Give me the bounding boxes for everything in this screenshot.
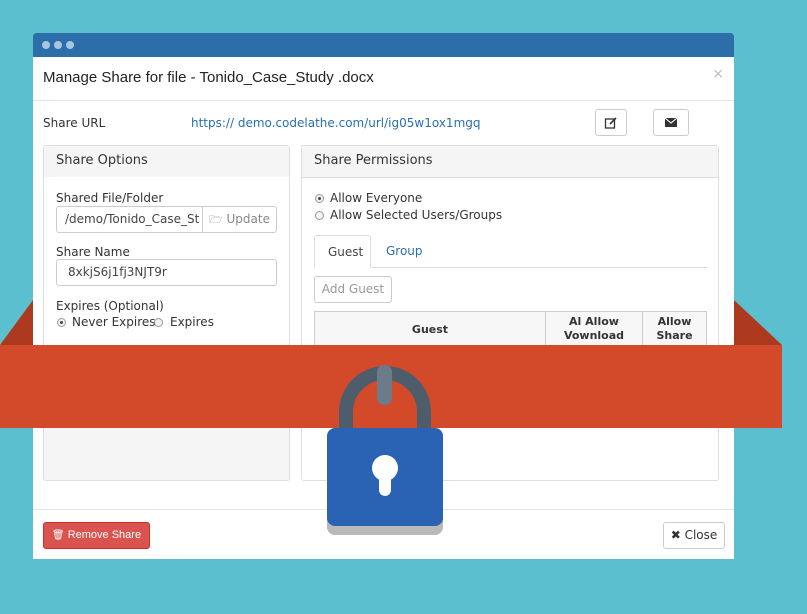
allow-everyone-label: Allow Everyone [330, 191, 423, 205]
add-guest-button[interactable]: Add Guest [314, 276, 392, 303]
never-expires-label: Never Expires [72, 315, 156, 329]
lock-icon [327, 365, 443, 535]
never-expires-radio[interactable] [57, 318, 66, 327]
close-x-icon: ✖ [670, 528, 681, 542]
share-url-label: Share URL [43, 116, 106, 130]
share-permissions-header: Share Permissions [302, 146, 718, 178]
shared-file-input[interactable]: /demo/Tonido_Case_St [56, 206, 203, 233]
ribbon-fold-right [734, 300, 782, 345]
expires-label: Expires (Optional) [56, 299, 164, 313]
remove-share-button[interactable]: 🗑 Remove Share [43, 522, 150, 549]
column-allow-download: Al Allow Vownload [545, 311, 643, 347]
share-options-panel: Share Options Shared File/Folder /demo/T… [43, 145, 290, 481]
tab-divider [314, 267, 707, 268]
close-label: Close [684, 528, 718, 542]
guest-table-header: Guest Al Allow Vownload Allow Share [314, 311, 707, 347]
ribbon-fold-left [0, 300, 33, 345]
close-button[interactable]: ✖ Close [663, 522, 725, 549]
tab-guest[interactable]: Guest [314, 235, 371, 268]
allow-everyone-radio[interactable] [315, 194, 324, 203]
expires-option-label: Expires [170, 315, 214, 329]
update-button[interactable]: 🗁 Update [202, 206, 277, 233]
folder-open-icon: 🗁 [209, 213, 223, 226]
column-guest: Guest [314, 311, 546, 347]
share-url-link[interactable]: https:// demo.codelathe.com/url/ig05w1ox… [191, 116, 481, 130]
shared-file-label: Shared File/Folder [56, 191, 164, 205]
panel-title: Share Permissions [314, 153, 433, 168]
edit-url-button[interactable] [595, 109, 627, 136]
window-dot-icon [54, 41, 62, 49]
share-name-input[interactable]: 8xkjS6j1fj3NJT9r [56, 259, 277, 286]
update-label: Update [226, 212, 270, 226]
tab-group[interactable]: Group [386, 244, 423, 258]
trash-icon: 🗑 [51, 530, 65, 541]
divider [33, 100, 734, 101]
remove-share-label: Remove Share [67, 529, 142, 541]
share-name-label: Share Name [56, 245, 130, 259]
window-dot-icon [66, 41, 74, 49]
window-titlebar [33, 33, 734, 57]
envelope-icon [664, 117, 678, 127]
modal-title: Manage Share for file - Tonido_Case_Stud… [43, 69, 374, 86]
expires-radio[interactable] [154, 318, 163, 327]
email-url-button[interactable] [653, 109, 689, 136]
allow-selected-label: Allow Selected Users/Groups [330, 208, 503, 222]
allow-selected-radio[interactable] [315, 211, 324, 220]
column-allow-share: Allow Share [642, 311, 707, 347]
window-dot-icon [42, 41, 50, 49]
edit-icon [604, 117, 617, 129]
close-icon[interactable]: × [712, 66, 724, 82]
panel-title: Share Options [56, 153, 148, 168]
share-options-header: Share Options [44, 146, 289, 178]
tab-guest-label: Guest [328, 245, 364, 259]
